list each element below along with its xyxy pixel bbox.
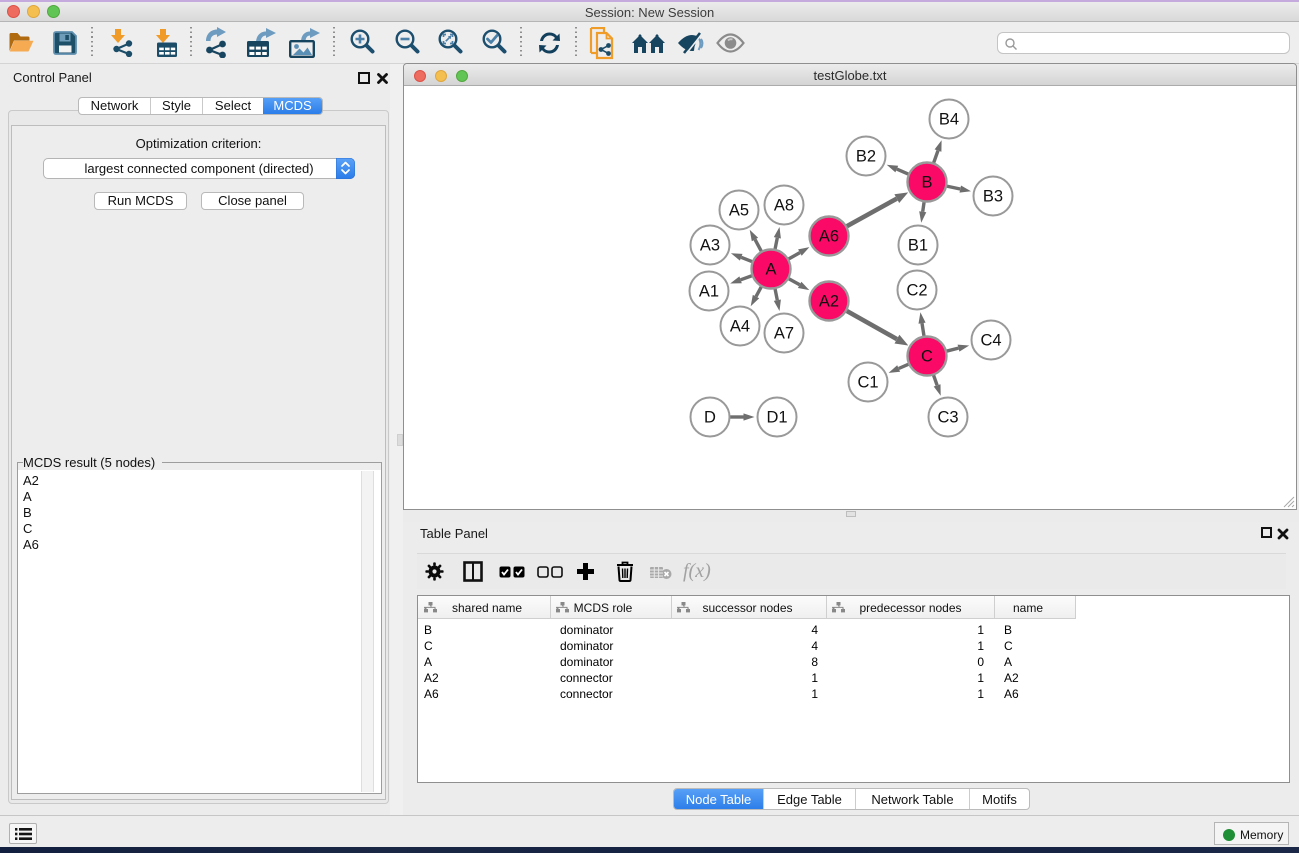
svg-text:A3: A3 <box>700 237 720 255</box>
svg-text:A: A <box>765 261 776 279</box>
svg-text:A7: A7 <box>774 325 794 343</box>
svg-text:A6: A6 <box>819 228 839 246</box>
svg-text:B1: B1 <box>908 237 928 255</box>
svg-text:B2: B2 <box>856 148 876 166</box>
svg-text:B: B <box>921 174 932 192</box>
svg-text:A1: A1 <box>699 283 719 301</box>
svg-text:C3: C3 <box>937 409 958 427</box>
svg-text:D1: D1 <box>766 409 787 427</box>
svg-text:C1: C1 <box>857 374 878 392</box>
svg-text:B4: B4 <box>939 111 959 129</box>
svg-text:C4: C4 <box>980 332 1001 350</box>
svg-text:A8: A8 <box>774 197 794 215</box>
svg-text:A5: A5 <box>729 202 749 220</box>
svg-text:C: C <box>921 348 933 366</box>
svg-text:C2: C2 <box>906 282 927 300</box>
svg-text:B3: B3 <box>983 188 1003 206</box>
svg-text:A4: A4 <box>730 318 750 336</box>
svg-text:A2: A2 <box>819 293 839 311</box>
svg-text:D: D <box>704 409 716 427</box>
